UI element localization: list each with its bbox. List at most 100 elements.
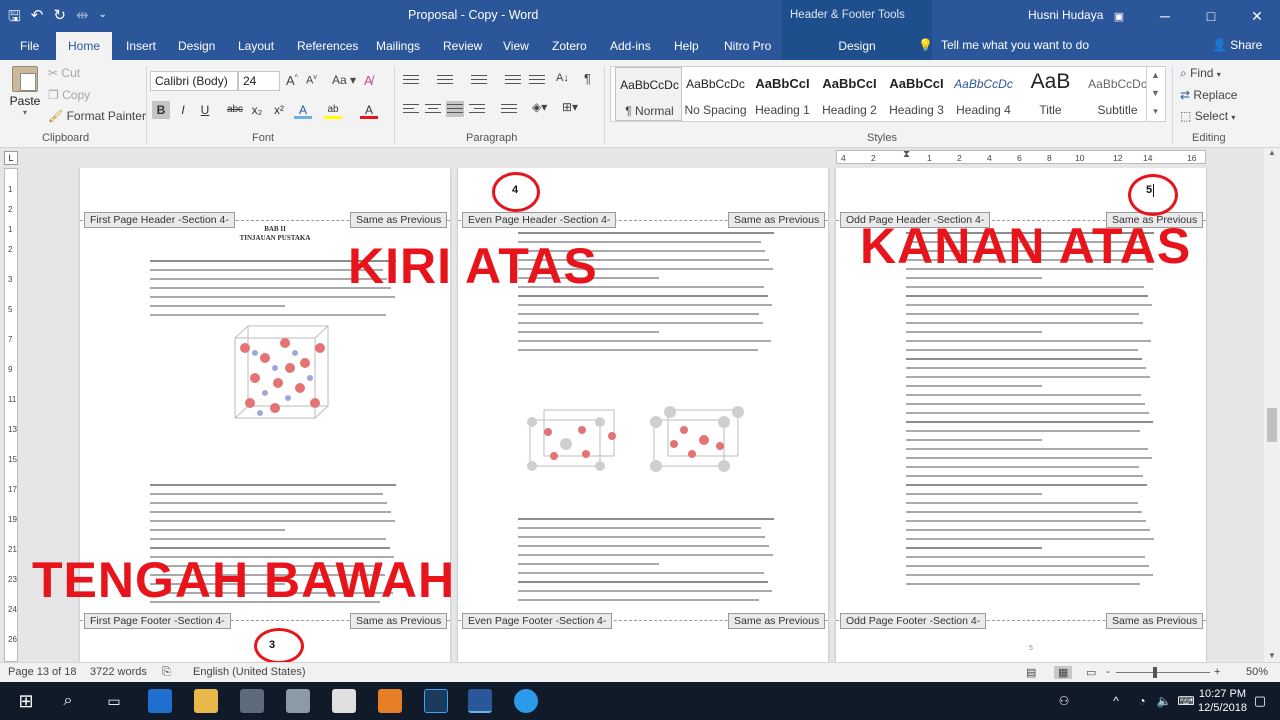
tray-overflow-icon[interactable]: ^ — [1104, 689, 1128, 713]
zoom-out-button[interactable]: - — [1106, 666, 1110, 678]
tab-view[interactable]: View — [501, 32, 531, 60]
tab-insert[interactable]: Insert — [124, 32, 158, 60]
tab-design[interactable]: Design — [176, 32, 217, 60]
pdf-icon[interactable] — [378, 689, 402, 713]
tab-selector-icon[interactable]: L — [4, 151, 18, 165]
indent-marker-icon[interactable]: ⧗ — [903, 149, 910, 160]
tab-add-ins[interactable]: Add-ins — [608, 32, 653, 60]
tab-file[interactable]: File — [18, 32, 41, 60]
select-button[interactable]: ⬚ Select ▾ — [1180, 109, 1235, 123]
show-marks-icon[interactable]: ¶ — [584, 71, 591, 86]
tab-header-footer-design[interactable]: Design — [782, 32, 932, 60]
cut-button[interactable]: ✂ Cut — [48, 66, 80, 80]
sort-icon[interactable]: A↓ — [556, 72, 569, 84]
tab-zotero[interactable]: Zotero — [550, 32, 589, 60]
superscript-button[interactable]: x² — [270, 101, 288, 119]
ribbon-display-icon[interactable]: ▣ — [1096, 0, 1142, 32]
clear-formatting-icon[interactable]: A̸ — [364, 73, 373, 88]
share-button[interactable]: 👤 Share — [1212, 38, 1262, 52]
people-icon[interactable]: ⚇ — [1052, 689, 1076, 713]
justify-icon[interactable] — [446, 101, 464, 117]
zoom-slider-track[interactable] — [1116, 672, 1210, 673]
chevron-up-icon[interactable]: ▲ — [1147, 66, 1164, 84]
language-indicator[interactable]: English (United States) — [193, 666, 306, 678]
font-color-button[interactable]: A — [360, 101, 378, 119]
notifications-icon[interactable]: ▢ — [1248, 689, 1272, 713]
decrease-indent-icon[interactable] — [504, 72, 522, 88]
close-button[interactable]: ✕ — [1234, 0, 1280, 32]
search-icon[interactable]: ⌕ — [56, 689, 80, 713]
maximize-button[interactable]: □ — [1188, 0, 1234, 32]
tab-help[interactable]: Help — [672, 32, 701, 60]
store-icon[interactable] — [240, 689, 264, 713]
borders-icon[interactable]: ⊞▾ — [562, 100, 578, 114]
edge-icon[interactable] — [148, 689, 172, 713]
replace-button[interactable]: ⇄ Replace — [1180, 88, 1237, 102]
line-spacing-icon[interactable] — [500, 101, 518, 117]
find-button[interactable]: ⌕ Find ▾ — [1180, 66, 1221, 81]
strikethrough-button[interactable]: abc — [224, 101, 246, 119]
tab-review[interactable]: Review — [441, 32, 484, 60]
highlight-button[interactable]: ab — [324, 101, 342, 119]
word-count[interactable]: 3722 words — [90, 666, 147, 678]
redo-icon[interactable]: ↻ — [53, 6, 66, 31]
network-icon[interactable] — [286, 689, 310, 713]
web-layout-icon[interactable]: ▭ — [1086, 666, 1096, 679]
mail-icon[interactable] — [332, 689, 356, 713]
tab-home[interactable]: Home — [56, 32, 113, 60]
scroll-thumb[interactable] — [1267, 408, 1277, 442]
align-left-icon[interactable] — [402, 101, 420, 117]
touch-mode-icon[interactable]: ⇹ — [76, 6, 89, 31]
shading-icon[interactable]: ◈▾ — [532, 100, 547, 114]
numbering-icon[interactable] — [436, 72, 454, 88]
print-layout-icon[interactable]: ▦ — [1054, 666, 1073, 679]
paste-button[interactable]: Paste ▾ — [8, 66, 42, 117]
zoom-level[interactable]: 50% — [1246, 666, 1268, 678]
keyboard-icon[interactable]: ⌨ — [1174, 689, 1198, 713]
word-icon[interactable] — [468, 689, 492, 713]
align-right-icon[interactable] — [468, 101, 486, 117]
save-icon[interactable]: 🖫 — [8, 6, 21, 31]
sync-icon[interactable] — [514, 689, 538, 713]
grow-font-icon[interactable]: A^ — [286, 73, 298, 88]
taskbar-clock[interactable]: 10:27 PM 12/5/2018 — [1198, 687, 1247, 715]
volume-icon[interactable]: 🔈 — [1152, 689, 1176, 713]
font-size-dropdown[interactable]: 24 — [238, 71, 280, 91]
proofing-icon[interactable]: ⎘ — [162, 666, 171, 679]
zoom-slider-knob[interactable] — [1153, 667, 1157, 678]
style-heading-3[interactable]: AaBbCcI Heading 3 — [883, 67, 950, 121]
style-title[interactable]: AaB Title — [1017, 67, 1084, 121]
horizontal-ruler[interactable]: 4 2 1 2 4 6 8 10 12 14 16 ⧗ — [836, 149, 1206, 164]
chevron-down-icon[interactable]: ▼ — [1147, 84, 1164, 102]
style-heading-4[interactable]: AaBbCcDc Heading 4 — [950, 67, 1017, 121]
italic-button[interactable]: I — [174, 101, 192, 119]
customize-icon[interactable]: ⌄ — [99, 6, 107, 31]
tab-nitro-pro[interactable]: Nitro Pro — [722, 32, 773, 60]
photoshop-icon[interactable] — [424, 689, 448, 713]
page-count[interactable]: Page 13 of 18 — [8, 666, 77, 678]
scroll-down-icon[interactable]: ▼ — [1268, 651, 1276, 660]
shrink-font-icon[interactable]: Av — [306, 74, 317, 87]
format-painter-button[interactable]: 🖌 Format Painter — [48, 109, 146, 123]
zoom-in-button[interactable]: + — [1214, 666, 1220, 678]
style-normal[interactable]: AaBbCcDc ¶ Normal — [615, 67, 682, 121]
change-case-icon[interactable]: Aa ▾ — [332, 73, 356, 87]
style-heading-2[interactable]: AaBbCcI Heading 2 — [816, 67, 883, 121]
tab-references[interactable]: References — [295, 32, 360, 60]
task-view-icon[interactable]: ▭ — [102, 689, 126, 713]
styles-scroll[interactable]: ▲ ▼ ▾ — [1146, 66, 1164, 122]
style-heading-1[interactable]: AaBbCcI Heading 1 — [749, 67, 816, 121]
vertical-scrollbar[interactable]: ▲ ▼ — [1264, 148, 1280, 662]
start-icon[interactable]: ⊞ — [14, 689, 38, 713]
more-styles-icon[interactable]: ▾ — [1147, 102, 1164, 120]
scroll-up-icon[interactable]: ▲ — [1264, 148, 1280, 157]
tell-me-box[interactable]: 💡 Tell me what you want to do — [918, 38, 1089, 52]
bold-button[interactable]: B — [152, 101, 170, 119]
undo-icon[interactable]: ↶ — [31, 6, 44, 31]
minimize-button[interactable]: ─ — [1142, 0, 1188, 32]
read-mode-icon[interactable]: ▤ — [1026, 666, 1036, 679]
style-subtitle[interactable]: AaBbCcDc Subtitle — [1084, 67, 1151, 121]
style-no-spacing[interactable]: AaBbCcDc No Spacing — [682, 67, 749, 121]
bullets-icon[interactable] — [402, 72, 420, 88]
increase-indent-icon[interactable] — [528, 72, 546, 88]
